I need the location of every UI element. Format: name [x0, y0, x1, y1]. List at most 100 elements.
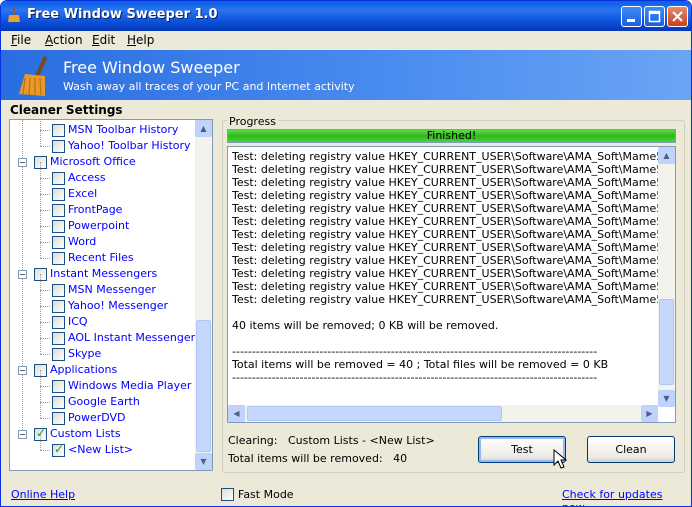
- tree-guide-line: [40, 226, 41, 242]
- tree-checkbox[interactable]: [52, 252, 65, 265]
- tree-checkbox[interactable]: [52, 348, 65, 361]
- log-line: Total items will be removed = 40 ; Total…: [232, 358, 609, 371]
- menu-bar: File Action Edit Help: [1, 31, 691, 50]
- tree-item-label: Powerpoint: [68, 219, 130, 232]
- tree-guide-line: [40, 386, 41, 402]
- tree-item-label: MSN Toolbar History: [68, 123, 179, 136]
- tree-guide-line: [40, 274, 41, 290]
- tree-guide-line: [40, 434, 41, 450]
- tree-guide-line: [40, 402, 41, 418]
- menu-help-accel: H: [127, 33, 137, 47]
- minimize-button[interactable]: [621, 6, 642, 27]
- cleaner-settings-heading: Cleaner Settings: [10, 103, 123, 117]
- tree-checkbox[interactable]: [52, 332, 65, 345]
- clean-button[interactable]: Clean: [587, 436, 675, 463]
- tree-guide-line: [40, 354, 50, 355]
- tree-item-label: ICQ: [68, 315, 88, 328]
- tree-vertical-scrollbar[interactable]: ▲ ▼: [195, 120, 212, 470]
- banner-subtitle: Wash away all traces of your PC and Inte…: [63, 80, 355, 93]
- tree-checkbox[interactable]: [52, 412, 65, 425]
- tree-checkbox[interactable]: [52, 188, 65, 201]
- tree-guide-line: [40, 338, 41, 354]
- scroll-down-icon[interactable]: ▼: [195, 453, 212, 470]
- menu-action-label: ction: [53, 33, 83, 47]
- clearing-label: Clearing:: [228, 434, 278, 447]
- scroll-thumb[interactable]: [659, 299, 674, 385]
- log-line: Test: deleting registry value HKEY_CURRE…: [232, 280, 676, 293]
- tree-item-label: FrontPage: [68, 203, 123, 216]
- online-help-link[interactable]: Online Help: [11, 488, 75, 501]
- scroll-up-icon[interactable]: ▲: [658, 147, 675, 164]
- maximize-icon: [648, 10, 661, 23]
- log-output[interactable]: Test: deleting registry value HKEY_CURRE…: [227, 146, 676, 423]
- tree-item-label: MSN Messenger: [68, 283, 156, 296]
- close-button[interactable]: [667, 6, 688, 27]
- tree-checkbox[interactable]: [52, 284, 65, 297]
- tree-guide-line: [40, 178, 50, 179]
- cleaner-tree[interactable]: MSN Toolbar History Yahoo! Toolbar Histor…: [9, 119, 213, 471]
- tree-checkbox[interactable]: [52, 140, 65, 153]
- maximize-button[interactable]: [644, 6, 665, 27]
- tree-checkbox[interactable]: [52, 236, 65, 249]
- log-line: Test: deleting registry value HKEY_CURRE…: [232, 293, 676, 306]
- tree-guide-line: [40, 306, 50, 307]
- collapse-icon[interactable]: −: [18, 430, 27, 439]
- tree-guide-line: [40, 178, 41, 194]
- scroll-down-icon[interactable]: ▼: [658, 390, 675, 407]
- app-window: Free Window Sweeper 1.0 File Action Edit…: [0, 0, 692, 507]
- tree-guide-line: [40, 210, 50, 211]
- collapse-icon[interactable]: −: [18, 366, 27, 375]
- tree-guide-line: [40, 338, 50, 339]
- collapse-icon[interactable]: −: [18, 158, 27, 167]
- close-icon: [672, 11, 683, 22]
- log-line: Test: deleting registry value HKEY_CURRE…: [232, 215, 676, 228]
- tree-item-label: Yahoo! Messenger: [68, 299, 169, 312]
- tree-item-label: AOL Instant Messenger: [68, 331, 196, 344]
- tree-checkbox[interactable]: [52, 220, 65, 233]
- tree-guide-line: [40, 418, 50, 419]
- tree-guide-line: [40, 386, 50, 387]
- tree-checkbox[interactable]: [52, 442, 65, 457]
- log-vertical-scrollbar[interactable]: ▲ ▼: [658, 147, 675, 407]
- log-line: ----------------------------------------…: [232, 345, 598, 358]
- tree-checkbox[interactable]: [52, 172, 65, 185]
- title-bar[interactable]: Free Window Sweeper 1.0: [1, 1, 691, 31]
- status-bar: Online Help Fast Mode Check for updates …: [1, 482, 691, 506]
- clearing-value: Custom Lists - <New List>: [287, 434, 435, 447]
- scroll-right-icon[interactable]: ▶: [641, 405, 658, 422]
- tree-item-label: Word: [68, 235, 97, 248]
- log-line: Test: deleting registry value HKEY_CURRE…: [232, 254, 676, 267]
- menu-action[interactable]: Action: [45, 33, 83, 47]
- check-updates-link[interactable]: Check for updates now...: [562, 488, 691, 506]
- tree-item-label: Excel: [68, 187, 98, 200]
- scroll-thumb[interactable]: [196, 320, 211, 452]
- tree-item-label: Instant Messengers: [50, 267, 158, 280]
- tree-checkbox[interactable]: [52, 300, 65, 313]
- log-horizontal-scrollbar[interactable]: ◀ ▶: [228, 405, 658, 422]
- menu-action-accel: A: [45, 33, 53, 47]
- tree-checkbox[interactable]: [52, 204, 65, 217]
- progress-bar: Finished!: [227, 129, 676, 143]
- log-line: ----------------------------------------…: [232, 371, 598, 384]
- log-line: Test: deleting registry value HKEY_CURRE…: [232, 163, 676, 176]
- menu-help[interactable]: Help: [127, 33, 154, 47]
- tree-guide-line: [40, 322, 50, 323]
- tree-guide-line: [40, 242, 41, 258]
- collapse-icon[interactable]: −: [18, 270, 27, 279]
- menu-file[interactable]: File: [11, 33, 31, 47]
- menu-edit[interactable]: Edit: [92, 33, 115, 47]
- tree-item-label: Recent Files: [68, 251, 134, 264]
- scroll-thumb[interactable]: [247, 406, 502, 421]
- tree-guide-line: [40, 162, 41, 178]
- tree-item-label: <New List>: [68, 443, 134, 456]
- tree-checkbox[interactable]: [52, 316, 65, 329]
- fast-mode-checkbox[interactable]: [221, 488, 234, 501]
- minimize-icon: [627, 19, 635, 22]
- tree-checkbox[interactable]: [52, 396, 65, 409]
- tree-item-label: Access: [68, 171, 106, 184]
- scroll-left-icon[interactable]: ◀: [228, 405, 245, 422]
- tree-checkbox[interactable]: [52, 124, 65, 137]
- menu-edit-accel: E: [92, 33, 100, 47]
- tree-checkbox[interactable]: [52, 380, 65, 393]
- scroll-up-icon[interactable]: ▲: [195, 120, 212, 137]
